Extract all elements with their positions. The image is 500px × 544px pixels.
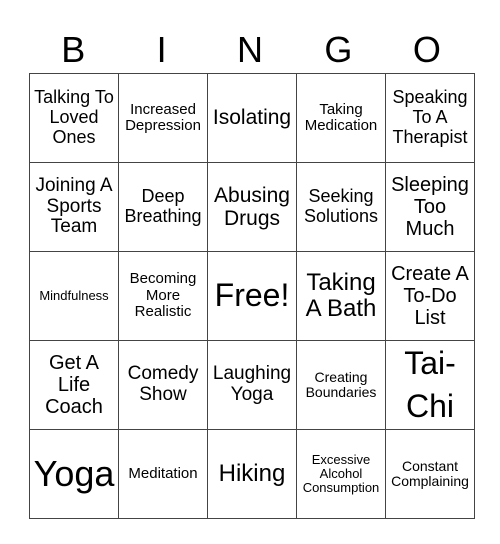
bingo-cell[interactable]: Laughing Yoga	[207, 340, 297, 430]
cell-text: Isolating	[212, 106, 292, 130]
cell-text: Deep Breathing	[124, 186, 202, 226]
cell-text: Taking A Bath	[305, 268, 377, 322]
cell-text: Tai-Chi	[404, 344, 456, 424]
cell-text: Sleeping Too Much	[391, 174, 469, 240]
header-letter-n: N	[237, 29, 264, 70]
bingo-cell[interactable]: Yoga	[29, 429, 119, 519]
bingo-cell[interactable]: Increased Depression	[118, 73, 208, 163]
bingo-row: Get A Life Coach Comedy Show Laughing Yo…	[29, 340, 475, 430]
bingo-cell[interactable]: Creating Boundaries	[296, 340, 386, 430]
bingo-cell[interactable]: Deep Breathing	[118, 162, 208, 252]
bingo-cell[interactable]: Mindfulness	[29, 251, 119, 341]
cell-text: Get A Life Coach	[45, 352, 103, 418]
cell-text: Yoga	[33, 453, 115, 495]
cell-text: Talking To Loved Ones	[34, 87, 114, 147]
cell-text: Comedy Show	[127, 363, 199, 405]
bingo-cell[interactable]: Seeking Solutions	[296, 162, 386, 252]
cell-text: Free!	[214, 277, 290, 314]
bingo-cell[interactable]: Create A To-Do List	[385, 251, 475, 341]
cell-text: Mindfulness	[39, 287, 109, 303]
bingo-row: Joining A Sports Team Deep Breathing Abu…	[29, 162, 475, 252]
bingo-cell[interactable]: Becoming More Realistic	[118, 251, 208, 341]
bingo-cell[interactable]: Excessive Alcohol Consumption	[296, 429, 386, 519]
bingo-grid: Talking To Loved Ones Increased Depressi…	[29, 73, 475, 519]
cell-text: Meditation	[128, 464, 198, 482]
cell-text: Constant Complaining	[391, 457, 469, 489]
cell-text: Becoming More Realistic	[129, 270, 197, 321]
bingo-cell[interactable]: Talking To Loved Ones	[29, 73, 119, 163]
cell-text: Creating Boundaries	[305, 368, 377, 400]
bingo-cell[interactable]: Isolating	[207, 73, 297, 163]
cell-text: Speaking To A Therapist	[392, 87, 468, 147]
bingo-cell[interactable]: Joining A Sports Team	[29, 162, 119, 252]
header-letter-o: O	[412, 29, 441, 70]
header-letter-i: I	[156, 29, 167, 70]
cell-text: Seeking Solutions	[303, 186, 379, 226]
free-space[interactable]: Free!	[207, 251, 297, 341]
bingo-cell[interactable]: Tai-Chi	[385, 340, 475, 430]
cell-text: Laughing Yoga	[212, 363, 292, 405]
cell-text: Taking Medication	[304, 100, 378, 134]
bingo-row: Mindfulness Becoming More Realistic Free…	[29, 251, 475, 341]
cell-text: Joining A Sports Team	[35, 174, 113, 238]
bingo-cell[interactable]: Constant Complaining	[385, 429, 475, 519]
bingo-cell[interactable]: Taking A Bath	[296, 251, 386, 341]
bingo-cell[interactable]: Taking Medication	[296, 73, 386, 163]
bingo-cell[interactable]: Hiking	[207, 429, 297, 519]
cell-text: Increased Depression	[125, 100, 201, 134]
cell-text: Hiking	[218, 459, 286, 487]
bingo-row: Talking To Loved Ones Increased Depressi…	[29, 73, 475, 163]
header-letter-b: B	[61, 29, 86, 70]
bingo-header: B I N G O	[29, 28, 471, 72]
header-letter-g: G	[324, 29, 353, 70]
cell-text: Create A To-Do List	[391, 263, 469, 329]
bingo-cell[interactable]: Meditation	[118, 429, 208, 519]
bingo-cell[interactable]: Speaking To A Therapist	[385, 73, 475, 163]
bingo-row: Yoga Meditation Hiking Excessive Alcohol…	[29, 429, 475, 519]
bingo-cell[interactable]: Get A Life Coach	[29, 340, 119, 430]
bingo-cell[interactable]: Sleeping Too Much	[385, 162, 475, 252]
cell-text: Excessive Alcohol Consumption	[302, 451, 380, 496]
bingo-cell[interactable]: Comedy Show	[118, 340, 208, 430]
cell-text: Abusing Drugs	[214, 183, 290, 230]
bingo-cell[interactable]: Abusing Drugs	[207, 162, 297, 252]
